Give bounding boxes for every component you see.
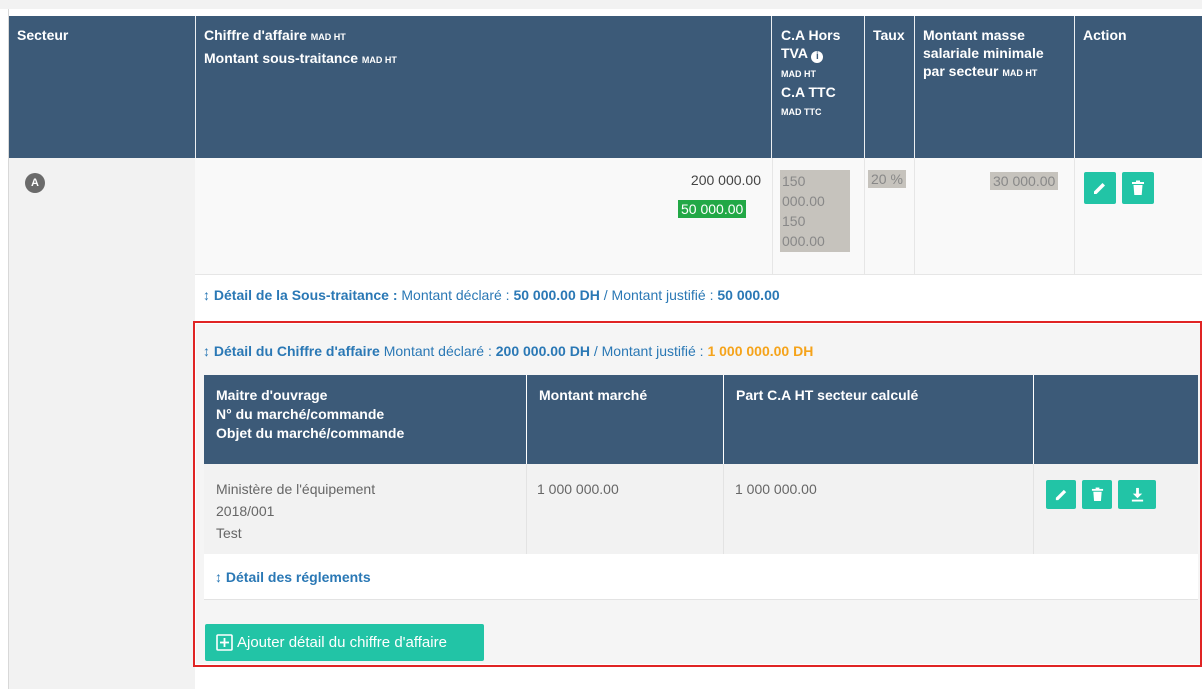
ca-ttc-line2: 000.00 [782,233,825,249]
detail-ca-title[interactable]: Détail du Chiffre d'affaire [214,343,380,359]
vertical-arrows-icon: ↕ [203,287,210,303]
header-cahors-label1: C.A Hors [781,27,841,43]
header-masse-unit: MAD HT [1002,68,1038,78]
chiffre-affaire-value: 200 000.00 [690,172,761,188]
ca-hors-tva-line1: 150 [782,173,806,189]
secteur-badge: A [25,173,45,193]
row-divider [914,158,915,274]
header-secteur-label: Secteur [17,27,69,43]
header-masse-line2: salariale minimale [923,45,1044,61]
detail-st-declared-label: Montant déclaré : [401,287,510,303]
vertical-arrows-icon: ↕ [203,343,210,359]
sub-header-maitre-line3: Objet du marché/commande [216,425,405,441]
pencil-icon [1094,183,1105,194]
pencil-icon [1055,489,1066,501]
sub-header-montant: Montant marché [527,375,723,464]
detail-st-title[interactable]: Détail de la Sous-traitance : [214,287,398,303]
sub-header-divider [1033,375,1034,464]
sub-header-maitre-line2: N° du marché/commande [216,406,385,422]
header-secteur: Secteur [9,16,195,158]
plus-square-icon [216,634,233,651]
detail-reglements-link[interactable]: ↕ Détail des réglements [215,569,371,585]
header-taux: Taux [865,16,915,158]
sub-header-montant-label: Montant marché [539,387,648,403]
detail-sous-traitance-line[interactable]: ↕ Détail de la Sous-traitance : Montant … [203,287,780,303]
header-cattc-unit: MAD TTC [781,107,822,117]
header-ca-label: Chiffre d'affaire [204,27,307,43]
header-action: Action [1075,16,1202,158]
header-cahors-unit: MAD HT [781,69,816,79]
ca-hors-tva-line2: 000.00 [782,193,825,209]
header-action-label: Action [1083,27,1127,43]
row-divider [772,158,773,274]
delete-button[interactable] [1122,172,1154,204]
header-ca-unit: MAD HT [310,32,346,42]
sous-traitance-value: 50 000.00 [678,200,747,218]
ca-ttc-line1: 150 [782,213,806,229]
detail-ca-separator: / [593,343,598,359]
add-button-label: Ajouter détail du chiffre d'affaire [237,634,447,651]
secteur-column-bg [9,158,195,689]
main-table-header: Secteur Chiffre d'affaire MAD HT Montant… [9,16,1202,158]
header-chiffre-affaire: Chiffre d'affaire MAD HT Montant sous-tr… [196,16,771,158]
row-divider [864,158,865,274]
detail-st-declared-value: 50 000.00 DH [513,287,600,303]
sub-header-maitre-line1: Maitre d'ouvrage [216,387,328,403]
top-strip [0,0,1202,9]
part-ca-value: 1 000 000.00 [735,481,817,497]
header-st-label: Montant sous-traitance [204,50,359,66]
trash-icon [1091,487,1103,501]
header-masse-line3: par secteur [923,63,999,79]
header-masse-salariale: Montant masse salariale minimale par sec… [915,16,1075,158]
header-cahors-label2: TVA [781,45,808,61]
detail-st-justified-value: 50 000.00 [717,287,780,303]
info-icon[interactable]: i [811,51,824,63]
header-cattc-label: C.A TTC [781,84,836,100]
row-divider [195,274,1202,275]
header-taux-label: Taux [873,27,905,43]
download-icon [1131,487,1143,502]
detail-reglements-label[interactable]: Détail des réglements [226,569,371,585]
sub-header-part: Part C.A HT secteur calculé [724,375,1033,464]
taux-value: 20 % [868,170,906,188]
row-divider [1033,464,1034,554]
sub-table-header: Maitre d'ouvrage N° du marché/commande O… [204,375,1198,464]
trash-icon [1132,180,1144,195]
row-divider [1074,158,1075,274]
delete-button[interactable] [1082,480,1112,509]
masse-salariale-value: 30 000.00 [990,172,1059,190]
sub-header-part-label: Part C.A HT secteur calculé [736,387,919,403]
download-button[interactable] [1118,480,1156,509]
row-divider [723,464,724,554]
montant-marche-value: 1 000 000.00 [537,481,619,497]
edit-button[interactable] [1046,480,1076,509]
detail-st-separator: / [603,287,608,303]
edit-button[interactable] [1084,172,1116,204]
detail-ca-line[interactable]: ↕ Détail du Chiffre d'affaire Montant dé… [203,343,813,359]
sub-header-maitre: Maitre d'ouvrage N° du marché/commande O… [204,375,526,464]
header-ca-hors-tva: C.A Hors TVA i MAD HT C.A TTC MAD TTC [772,16,865,158]
add-chiffre-affaire-button[interactable]: Ajouter détail du chiffre d'affaire [205,624,484,661]
detail-ca-declared-value: 200 000.00 DH [495,343,590,359]
marche-details: Ministère de l'équipement 2018/001 Test [216,478,375,544]
detail-ca-declared-label: Montant déclaré : [383,343,492,359]
row-divider [526,464,527,554]
detail-ca-justified-label: Montant justifié : [601,343,704,359]
numero-marche-value: 2018/001 [216,503,275,519]
header-masse-line1: Montant masse [923,27,1025,43]
header-st-unit: MAD HT [361,55,397,65]
vertical-arrows-icon: ↕ [215,569,222,585]
detail-ca-justified-value: 1 000 000.00 DH [707,343,814,359]
objet-marche-value: Test [216,525,242,541]
detail-st-justified-label: Montant justifié : [611,287,714,303]
ca-hors-tva-value: 150 000.00 150 000.00 [780,170,850,252]
maitre-ouvrage-value: Ministère de l'équipement [216,481,376,497]
